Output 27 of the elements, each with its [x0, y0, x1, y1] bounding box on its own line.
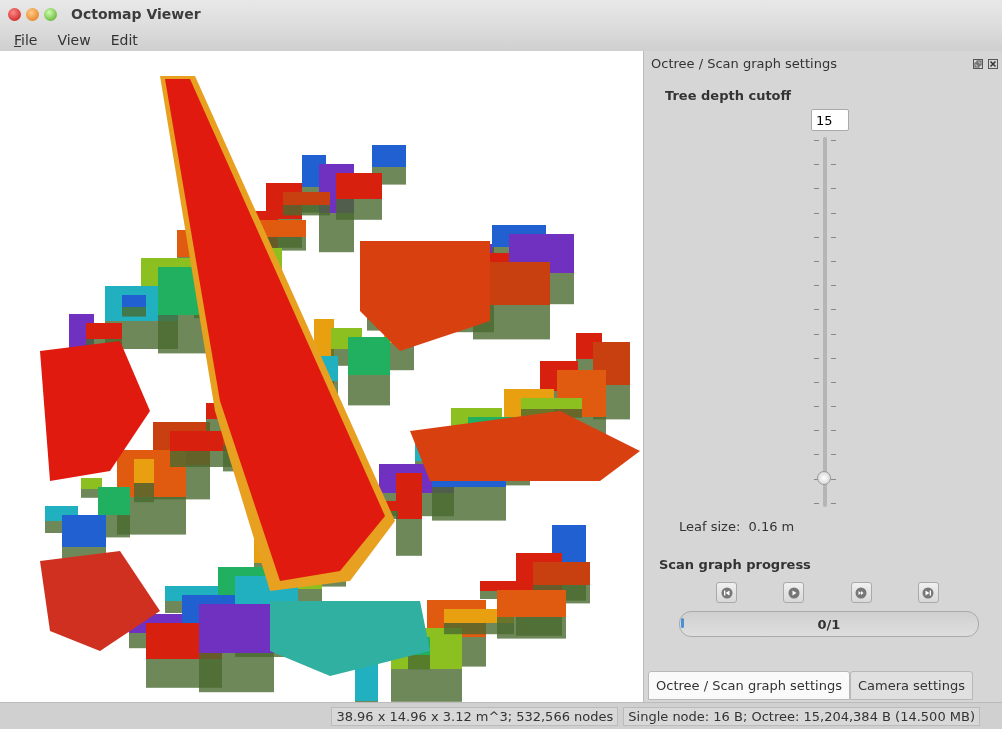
minimize-icon[interactable]: [26, 7, 39, 21]
skip-forward-icon: [922, 586, 935, 599]
menu-item[interactable]: File: [6, 31, 46, 48]
status-text: 38.96 x 14.96 x 3.12 m^3; 532,566 nodes: [331, 706, 619, 726]
close-icon[interactable]: [988, 58, 998, 69]
panel-tab[interactable]: Octree / Scan graph settings: [648, 671, 850, 700]
first-button[interactable]: [716, 582, 737, 603]
skip-back-icon: [720, 586, 733, 599]
play-icon: [787, 586, 800, 599]
float-icon[interactable]: [973, 58, 983, 69]
fast-forward-icon: [855, 586, 868, 599]
step-button[interactable]: [850, 582, 872, 603]
leaf-size-text: Leaf size: 0.16 m: [678, 518, 796, 534]
last-button[interactable]: [918, 582, 939, 603]
menu-item[interactable]: Edit: [102, 31, 146, 48]
window-title: Octomap Viewer: [71, 6, 201, 22]
panel-title: Octree / Scan graph settings: [651, 56, 837, 71]
progress-text: 0/1: [817, 616, 841, 632]
play-button[interactable]: [783, 582, 805, 603]
close-icon[interactable]: [8, 7, 21, 21]
status-text: Single node: 16 B; Octree: 15,204,384 B (14.500 MB): [623, 706, 980, 726]
panel-tab[interactable]: Camera settings: [849, 671, 973, 700]
depth-input[interactable]: 15: [811, 109, 849, 131]
section-label: Scan graph progress: [658, 556, 812, 572]
slider-handle[interactable]: [817, 471, 831, 486]
section-label: Tree depth cutoff: [664, 87, 793, 103]
menu-item[interactable]: View: [49, 31, 99, 48]
